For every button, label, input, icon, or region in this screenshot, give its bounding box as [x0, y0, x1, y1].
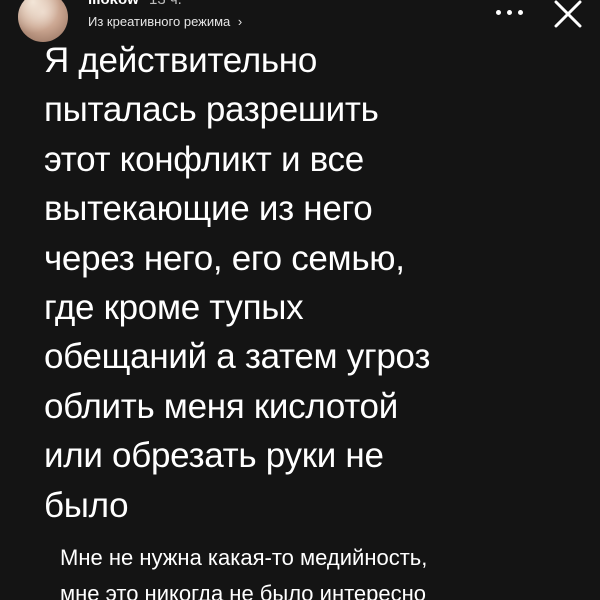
- story-line: было: [44, 485, 129, 525]
- story-line: облить меня кислотой: [44, 386, 398, 426]
- more-horizontal-icon[interactable]: [494, 0, 526, 24]
- close-icon[interactable]: [550, 0, 586, 32]
- caption-text-block: Мне не нужна какая-то медийность, мне эт…: [60, 540, 590, 600]
- caption-line: Мне не нужна какая-то медийность,: [60, 545, 428, 570]
- more-dot: [507, 10, 512, 15]
- more-dot: [518, 10, 523, 15]
- close-x-icon: [554, 0, 582, 28]
- story-line: вытекающие из него: [44, 189, 373, 229]
- post-time: 13 ч.: [149, 0, 182, 8]
- story-line: Я действительно: [44, 41, 318, 80]
- username[interactable]: lilokow: [88, 0, 139, 8]
- story-text-block: Я действительно пыталась разрешить этот …: [44, 36, 584, 530]
- source-link[interactable]: Из креативного режима ›: [88, 13, 242, 31]
- source-label: Из креативного режима: [88, 14, 231, 29]
- story-line: обещаний а затем угроз: [44, 337, 431, 377]
- story-line: пыталась разрешить: [44, 90, 379, 130]
- story-line: этот конфликт и все: [44, 139, 364, 179]
- username-row: lilokow 13 ч.: [88, 0, 182, 8]
- caption-line: мне это никогда не было интересно: [60, 581, 427, 600]
- chevron-right-icon: ›: [237, 14, 243, 29]
- story-viewer: lilokow 13 ч. Из креативного режима › Я …: [0, 0, 600, 600]
- story-line: или обрезать руки не: [44, 436, 384, 476]
- more-dot: [496, 10, 501, 15]
- story-line: через него, его семью,: [44, 238, 405, 278]
- story-line: где кроме тупых: [44, 288, 304, 328]
